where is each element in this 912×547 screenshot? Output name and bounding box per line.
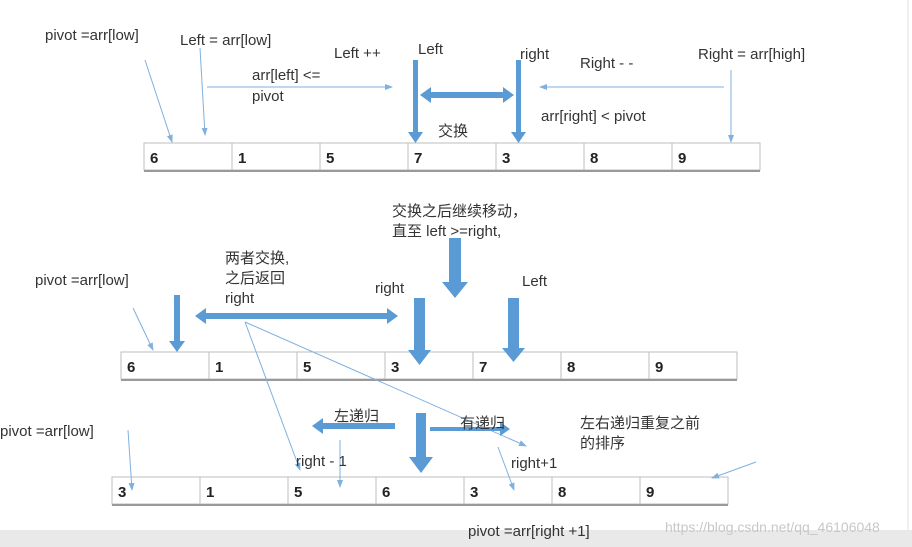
label: Left (522, 273, 548, 290)
label: pivot =arr[low] (45, 27, 139, 44)
label: right (520, 46, 550, 63)
array-row: 6 1 5 7 3 8 9 (143, 142, 761, 172)
label: 直至 left >=right, (392, 223, 501, 240)
label: 左递归 (334, 408, 379, 425)
pointer-arrow (244, 321, 301, 471)
array-cell-value: 1 (206, 484, 214, 501)
array-cell-value: 7 (479, 359, 487, 376)
labels: pivot =arr[low] Left = arr[low] Left ++ … (0, 27, 805, 540)
array-cell-value: 3 (502, 150, 510, 167)
label: Left = arr[low] (180, 32, 271, 49)
array-cell-value: 1 (238, 150, 246, 167)
label: arr[left] <= (252, 67, 321, 84)
array-cell-value: 1 (215, 359, 223, 376)
array-cell-value: 6 (382, 484, 390, 501)
array-cell-value: 8 (567, 359, 575, 376)
label: pivot =arr[right +1] (468, 523, 590, 540)
pointer-arrow (144, 59, 173, 143)
pivot-down-arrow (169, 295, 185, 352)
array-cell-value: 6 (150, 150, 158, 167)
diagram-canvas: 6 1 5 7 3 8 9 6 1 5 3 7 8 9 3 1 5 6 3 8 9 pivot =arr[low] Le… (0, 0, 912, 547)
label: 交换之后继续移动， (392, 202, 527, 220)
pointer-arrow (711, 461, 757, 479)
array-cell-value: 5 (326, 150, 334, 167)
array-cell-value: 7 (414, 150, 422, 167)
label: 交换 (438, 122, 468, 140)
split-down-arrow (409, 413, 433, 473)
label: right (375, 280, 405, 297)
label: arr[right] < pivot (541, 108, 646, 125)
label: Right - - (580, 55, 633, 72)
label: right (225, 290, 255, 307)
label: Left ++ (334, 45, 381, 62)
left-pointer-arrow (408, 60, 423, 143)
array-cell-value: 8 (590, 150, 598, 167)
array-row: 3 1 5 6 3 8 9 (111, 476, 729, 506)
label: 左右递归重复之前 (580, 414, 700, 432)
array-cell-value: 9 (655, 359, 663, 376)
label: 的排序 (580, 435, 625, 452)
array-cell-value: 9 (678, 150, 686, 167)
array-cell-value: 9 (646, 484, 654, 501)
array-cell-value: 5 (294, 484, 302, 501)
continue-down-arrow (442, 238, 468, 298)
label: right - 1 (296, 453, 347, 470)
pointer-arrow (199, 47, 208, 136)
array-cell-value: 3 (118, 484, 126, 501)
label: Right = arr[high] (698, 46, 805, 63)
right-pointer-arrow (511, 60, 526, 143)
label: right+1 (511, 455, 557, 472)
label: 有递归 (460, 415, 505, 432)
label: Left (418, 41, 444, 58)
array-cell-value: 3 (391, 359, 399, 376)
label: pivot =arr[low] (35, 272, 129, 289)
array-cell-value: 8 (558, 484, 566, 501)
array-cell-value: 5 (303, 359, 311, 376)
array-cell-value: 3 (470, 484, 478, 501)
array-cell-value: 6 (127, 359, 135, 376)
quicksort-diagram: 6 1 5 7 3 8 9 6 1 5 3 7 8 9 3 1 5 6 3 8 9 pivot =arr[low] Le… (0, 0, 912, 547)
pointer-arrow (132, 307, 154, 351)
array-row: 6 1 5 3 7 8 9 (120, 351, 738, 381)
label: 两者交换, (225, 249, 289, 267)
label: 之后返回 (225, 270, 285, 287)
watermark: https://blog.csdn.net/qq_46106048 (665, 519, 880, 535)
swap-return-double-arrow (195, 308, 398, 324)
label: pivot (252, 88, 285, 105)
label: pivot =arr[low] (0, 423, 94, 440)
swap-double-arrow (420, 87, 514, 103)
